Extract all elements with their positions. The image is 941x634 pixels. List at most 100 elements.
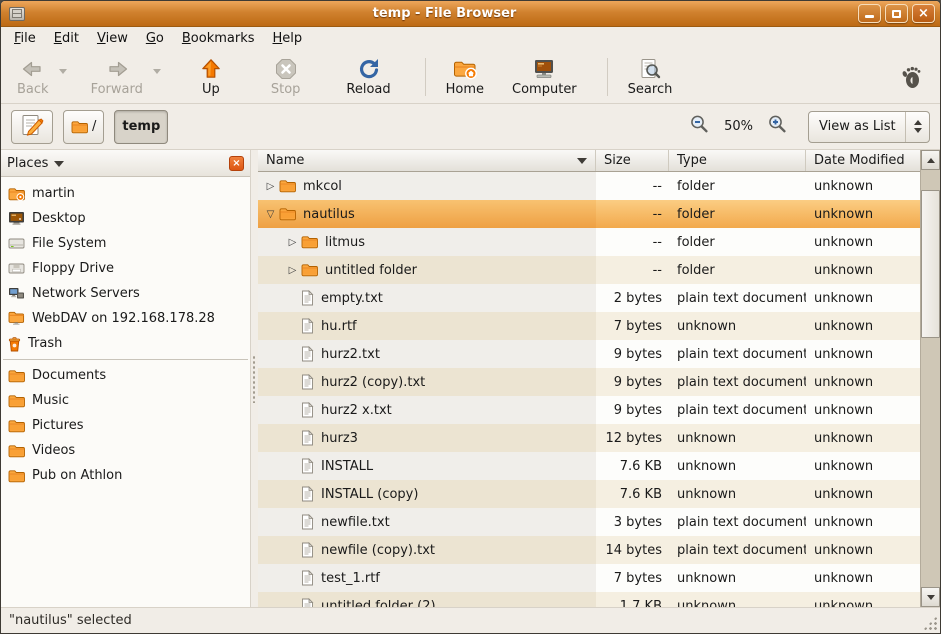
forward-button[interactable]: Forward <box>83 55 151 99</box>
sidebar-item-music[interactable]: Music <box>1 388 250 413</box>
file-row-newfile-copy-txt[interactable]: newfile (copy).txt14 bytesplain text doc… <box>258 536 920 564</box>
file-modified: unknown <box>806 592 920 607</box>
statusbar: "nautilus" selected <box>1 607 940 633</box>
sidebar-item-floppy-drive[interactable]: Floppy Drive <box>1 256 250 281</box>
toolbar-separator <box>607 58 608 96</box>
search-icon <box>638 57 662 81</box>
file-type: plain text document <box>669 284 806 312</box>
file-name: INSTALL (copy) <box>321 487 418 502</box>
up-icon <box>199 57 223 81</box>
sidebar-item-videos[interactable]: Videos <box>1 438 250 463</box>
sidebar-item-desktop[interactable]: Desktop <box>1 206 250 231</box>
column-header-size[interactable]: Size <box>596 150 669 171</box>
expander-collapsed-icon[interactable]: ▷ <box>284 237 301 248</box>
reload-button[interactable]: Reload <box>338 55 398 99</box>
resize-grip[interactable] <box>923 616 937 630</box>
computer-button[interactable]: Computer <box>504 55 585 99</box>
view-mode-combo[interactable]: View as List <box>808 111 930 143</box>
file-row-hu-rtf[interactable]: hu.rtf7 bytesunknownunknown <box>258 312 920 340</box>
sidebar-close-button[interactable]: × <box>229 156 244 171</box>
column-header-type[interactable]: Type <box>669 150 806 171</box>
file-size: -- <box>596 256 669 284</box>
edit-location-button[interactable] <box>11 110 53 144</box>
cell-name: ▽nautilus <box>258 200 596 228</box>
file-row-test-1-rtf[interactable]: test_1.rtf7 bytesunknownunknown <box>258 564 920 592</box>
menu-help[interactable]: Help <box>264 28 312 49</box>
expander-collapsed-icon[interactable]: ▷ <box>284 265 301 276</box>
scroll-up-button[interactable] <box>921 150 940 170</box>
pane-resize-handle[interactable] <box>251 150 258 607</box>
up-button[interactable]: Up <box>191 55 231 99</box>
sidebar-item-file-system[interactable]: File System <box>1 231 250 256</box>
stop-button[interactable]: Stop <box>263 55 309 99</box>
vertical-scrollbar[interactable] <box>920 150 940 607</box>
sidebar-item-martin[interactable]: martin <box>1 181 250 206</box>
sidebar-item-network-servers[interactable]: Network Servers <box>1 281 250 306</box>
file-type: folder <box>669 172 806 200</box>
file-row-mkcol[interactable]: ▷mkcol--folderunknown <box>258 172 920 200</box>
file-row-install-copy-[interactable]: INSTALL (copy)7.6 KBunknownunknown <box>258 480 920 508</box>
file-modified: unknown <box>806 424 920 452</box>
home-button[interactable]: Home <box>438 55 492 99</box>
file-row-litmus[interactable]: ▷litmus--folderunknown <box>258 228 920 256</box>
places-header[interactable]: Places × <box>1 150 250 177</box>
sidebar-item-label: Videos <box>32 443 75 458</box>
file-size: -- <box>596 228 669 256</box>
menu-file[interactable]: File <box>5 28 45 49</box>
scroll-down-button[interactable] <box>921 587 940 607</box>
file-size: 9 bytes <box>596 368 669 396</box>
minimize-button[interactable] <box>858 4 881 23</box>
column-header-date-modified[interactable]: Date Modified <box>806 150 920 171</box>
sidebar-item-trash[interactable]: Trash <box>1 331 250 356</box>
menu-view[interactable]: View <box>88 28 137 49</box>
menu-bookmarks[interactable]: Bookmarks <box>173 28 264 49</box>
file-row-hurz2-x-txt[interactable]: hurz2 x.txt9 bytesplain text documentunk… <box>258 396 920 424</box>
file-row-newfile-txt[interactable]: newfile.txt3 bytesplain text documentunk… <box>258 508 920 536</box>
file-size: 3 bytes <box>596 508 669 536</box>
file-row-hurz2-copy-txt[interactable]: hurz2 (copy).txt9 bytesplain text docume… <box>258 368 920 396</box>
sidebar-item-pub-on-athlon[interactable]: Pub on Athlon <box>1 463 250 488</box>
sidebar-item-documents[interactable]: Documents <box>1 363 250 388</box>
back-button[interactable]: Back <box>9 55 57 99</box>
path-label: / <box>92 119 96 134</box>
menu-edit[interactable]: Edit <box>45 28 88 49</box>
computer-label: Computer <box>512 82 577 97</box>
column-header-name[interactable]: Name <box>258 150 596 171</box>
forward-history-dropdown[interactable] <box>153 69 161 74</box>
file-row-hurz3[interactable]: hurz312 bytesunknownunknown <box>258 424 920 452</box>
file-size: 7 bytes <box>596 564 669 592</box>
file-type: unknown <box>669 452 806 480</box>
stop-icon <box>274 57 298 81</box>
close-button[interactable]: × <box>912 4 935 23</box>
maximize-button[interactable] <box>885 4 908 23</box>
places-sidebar: Places × martinDesktopFile SystemFloppy … <box>1 150 251 607</box>
scroll-down-icon <box>927 595 935 600</box>
expander-collapsed-icon[interactable]: ▷ <box>262 181 279 192</box>
back-history-dropdown[interactable] <box>59 69 67 74</box>
file-row-untitled-folder-2-[interactable]: untitled folder (2)1.7 KBunknownunknown <box>258 592 920 607</box>
file-name: untitled folder <box>325 263 417 278</box>
home-folder-icon <box>8 187 25 201</box>
expander-expanded-icon[interactable]: ▽ <box>262 209 279 220</box>
sidebar-item-pictures[interactable]: Pictures <box>1 413 250 438</box>
menu-go[interactable]: Go <box>137 28 173 49</box>
path-button-[interactable]: / <box>63 110 104 144</box>
zoom-in-button[interactable] <box>761 112 794 142</box>
file-row-nautilus[interactable]: ▽nautilus--folderunknown <box>258 200 920 228</box>
file-row-empty-txt[interactable]: empty.txt2 bytesplain text documentunkno… <box>258 284 920 312</box>
path-button-temp[interactable]: temp <box>114 110 168 144</box>
file-row-install[interactable]: INSTALL7.6 KBunknownunknown <box>258 452 920 480</box>
text-file-icon <box>301 374 314 390</box>
file-row-untitled-folder[interactable]: ▷untitled folder--folderunknown <box>258 256 920 284</box>
file-type: folder <box>669 228 806 256</box>
sidebar-item-webdav-on-192-168-178-28[interactable]: WebDAV on 192.168.178.28 <box>1 306 250 331</box>
titlebar[interactable]: temp - File Browser × <box>1 1 940 27</box>
folder-icon <box>301 235 318 249</box>
zoom-out-button[interactable] <box>683 112 716 142</box>
file-row-hurz2-txt[interactable]: hurz2.txt9 bytesplain text documentunkno… <box>258 340 920 368</box>
search-button[interactable]: Search <box>620 55 681 99</box>
cell-name: newfile.txt <box>258 508 596 536</box>
cell-name: INSTALL (copy) <box>258 480 596 508</box>
zoom-in-icon <box>767 114 788 135</box>
scrollbar-thumb[interactable] <box>921 190 940 338</box>
